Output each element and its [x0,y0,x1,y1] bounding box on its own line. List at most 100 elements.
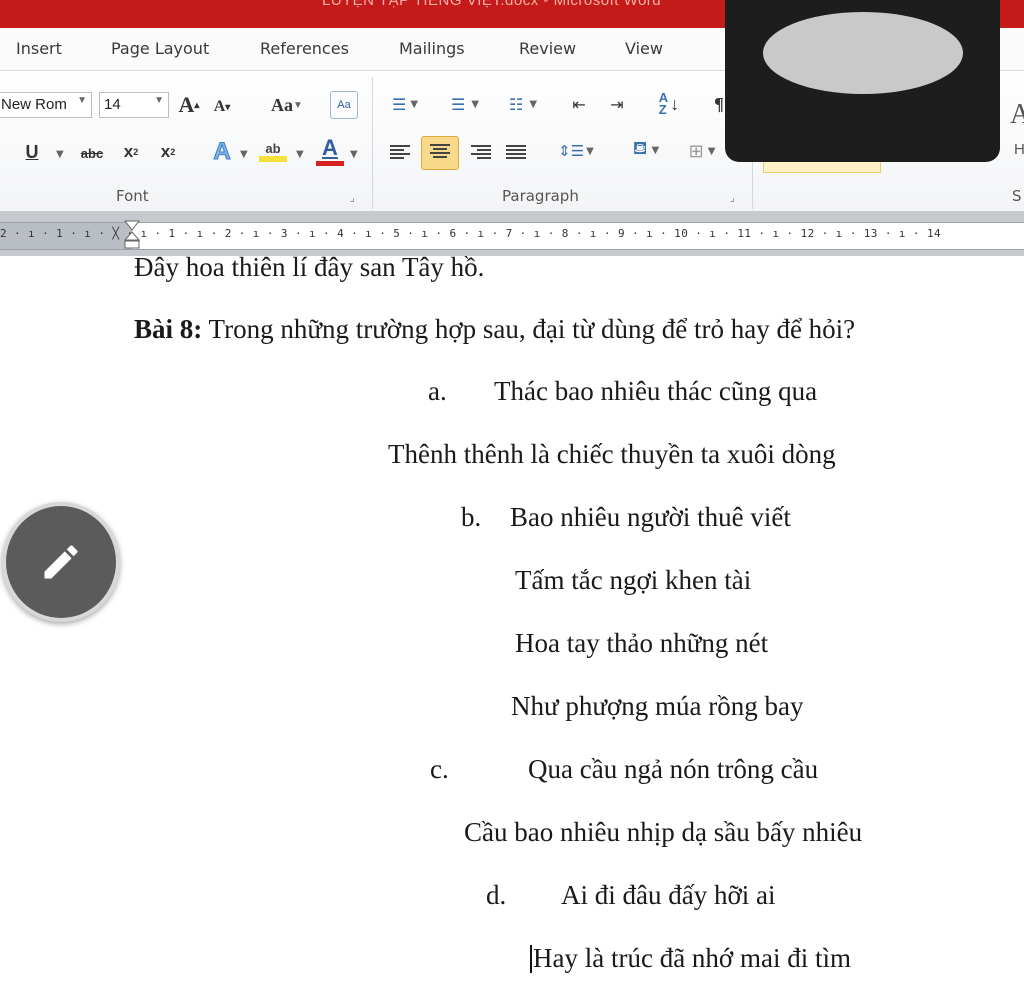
tab-review[interactable]: Review [519,39,576,58]
tab-insert[interactable]: Insert [16,39,62,58]
text-effects-button[interactable]: A [207,137,237,167]
line-spacing-icon: ⇕☰ [558,142,585,160]
item-d-line1: Ai đi đâu đấy hỡi ai [561,880,776,910]
item-a-line2: Thênh thênh là chiếc thuyền ta xuôi dòng [388,439,836,469]
item-d-line2: Hay là trúc đã nhớ mai đi tìm [533,943,851,973]
font-size-value: 14 [104,96,121,113]
highlight-button[interactable]: ab [257,135,289,167]
shrink-font-icon: A [213,98,226,115]
strikethrough-button[interactable]: abc [76,141,108,165]
bullet-list-icon: ☰ [391,94,407,114]
decrease-indent-icon: ⇤ [572,94,586,114]
tab-references[interactable]: References [260,39,349,58]
bullets-button[interactable]: ☰ ▼ [388,91,422,117]
underline-icon: U [25,141,39,162]
multilevel-list-icon: ☷ [508,94,524,114]
numbering-button[interactable]: ☰ ▼ [442,91,488,117]
superscript-button[interactable]: x2 [155,139,181,165]
superscript-icon: x [160,142,171,161]
item-b-line4: Như phượng múa rồng bay [511,691,804,721]
borders-icon: ⊞ [688,140,704,162]
exercise-number: Bài 8: [134,314,203,344]
line-spacing-button[interactable]: ⇕☰ ▼ [556,137,596,165]
pencil-icon [44,545,78,579]
shading-button[interactable]: ⛾ ▼ [622,135,670,165]
increase-indent-icon: ⇥ [610,94,624,114]
subscript-icon: x [123,142,134,161]
item-b-line1: Bao nhiêu người thuê viết [510,502,791,532]
paragraph-dialog-launcher-icon[interactable]: ⌟ [730,193,735,204]
align-center-icon[interactable] [430,142,450,158]
doc-line-top: Đây hoa thiên lí đây san Tây hồ. [134,252,485,282]
pilcrow-icon: ¶ [714,93,724,114]
chevron-down-icon[interactable]: ▼ [350,149,358,160]
font-color-swatch [316,160,344,166]
change-case-button[interactable]: Aa ▼ [264,91,310,119]
screen-overlay [725,0,1000,162]
font-color-button[interactable]: A [315,133,345,167]
paragraph-group-label: Paragraph [502,187,579,205]
font-name-value: New Rom [1,96,67,113]
grow-font-button[interactable]: A ▴ [174,91,204,119]
font-name-combo[interactable]: New Rom ▼ [0,92,92,118]
tab-mailings[interactable]: Mailings [399,39,465,58]
item-b-line3: Hoa tay thảo những nét [515,628,769,658]
item-d-marker: d. [486,880,507,910]
edit-fab-button[interactable] [2,502,120,622]
strikethrough-icon: abc [80,145,104,161]
item-c-marker: c. [430,754,449,784]
align-right-button[interactable] [471,143,491,159]
horizontal-ruler[interactable]: 2 · ı · 1 · ı · ╳ · ı · 1 · ı · 2 · ı · … [0,212,1024,256]
numbered-list-icon: ☰ [450,94,466,114]
chevron-down-icon[interactable]: ▼ [56,149,64,160]
show-formatting-button[interactable]: ¶ [712,91,726,117]
chevron-down-icon[interactable]: ▼ [240,149,248,160]
item-b-line2: Tấm tắc ngợi khen tài [515,565,752,595]
font-size-combo[interactable]: 14 ▼ [99,92,169,118]
tab-view[interactable]: View [625,39,663,58]
chevron-down-icon: ▼ [154,95,164,106]
styles-group-label: S [1012,187,1022,205]
ruler-labels: 2 · ı · 1 · ı · ╳ · ı · 1 · ı · 2 · ı · … [0,227,942,240]
highlight-color-swatch [259,155,287,162]
subscript-button[interactable]: x2 [118,139,144,165]
indent-marker-icon[interactable] [124,220,140,250]
underline-button[interactable]: U [22,139,42,165]
font-color-icon: A [322,134,338,160]
style-preview-a[interactable]: A [1010,99,1024,131]
increase-indent-button[interactable]: ⇥ [602,91,632,117]
sort-button[interactable]: A Z ↓ [652,89,686,119]
text-effects-icon: A [213,138,231,166]
item-d-line2-wrap: Hay là trúc đã nhớ mai đi tìm [530,943,851,974]
font-dialog-launcher-icon[interactable]: ⌟ [350,193,355,204]
chevron-down-icon[interactable]: ▼ [296,149,304,160]
chevron-down-icon: ▼ [77,95,87,106]
overlay-pill-shape [763,12,963,94]
style-preview-h[interactable]: H [1014,141,1024,158]
align-left-button[interactable] [390,143,410,159]
item-b-marker: b. [461,502,482,532]
change-case-label: Aa [271,94,294,115]
exercise-question: Trong những trường hợp sau, đại từ dùng … [202,314,856,344]
item-a-line1: Thác bao nhiêu thác cũng qua [494,376,818,406]
shrink-font-button[interactable]: A ▾ [208,95,236,119]
justify-button[interactable] [506,143,526,159]
tab-page-layout[interactable]: Page Layout [111,39,209,58]
grow-font-icon: A [178,92,195,117]
item-c-line1: Qua cầu ngả nón trông cầu [528,754,819,784]
borders-button[interactable]: ⊞ ▼ [680,137,724,165]
item-c-line2: Cầu bao nhiêu nhịp dạ sầu bấy nhiêu [464,817,863,847]
sort-az-icon: AZ [658,90,669,117]
clear-formatting-icon: Aa [337,99,351,111]
group-separator [372,77,373,209]
multilevel-list-button[interactable]: ☷ ▼ [500,91,546,117]
paint-bucket-icon: ⛾ [632,138,648,159]
decrease-indent-button[interactable]: ⇤ [564,91,594,117]
window-title: LUYỆN TẬP TIẾNG VIỆT.docx - Microsoft Wo… [322,0,662,9]
font-group-label: Font [116,187,149,205]
text-cursor [530,945,532,973]
item-a-marker: a. [428,376,447,406]
clear-formatting-button[interactable]: Aa [330,91,358,119]
document-page[interactable]: Đây hoa thiên lí đây san Tây hồ. Bài 8: … [0,252,1024,988]
exercise-heading: Bài 8: Trong những trường hợp sau, đại t… [134,314,855,345]
